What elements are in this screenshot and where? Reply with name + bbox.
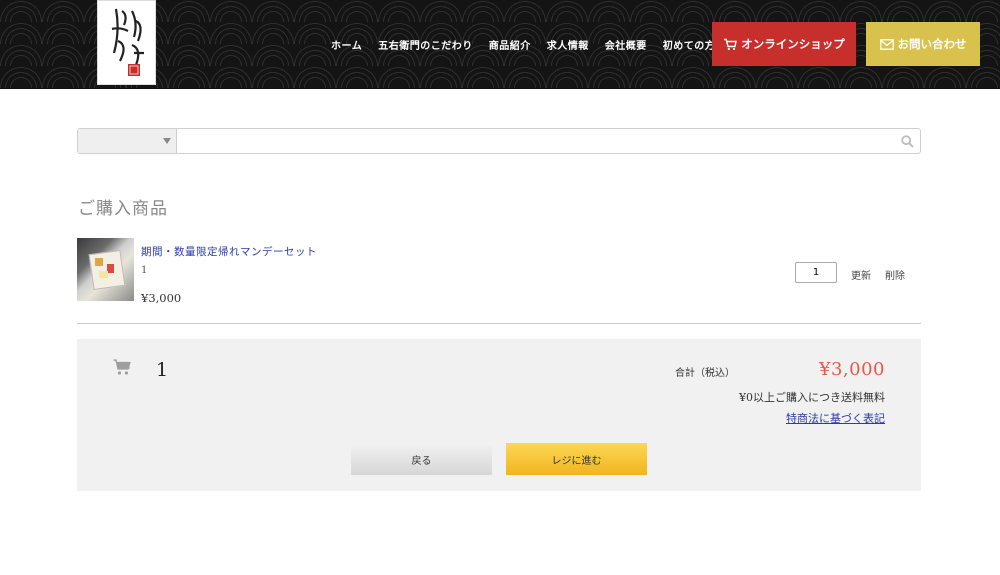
checkout-button[interactable]: レジに進む: [506, 443, 647, 475]
chevron-down-icon: [163, 138, 171, 144]
mail-icon: [879, 38, 894, 50]
quantity-input[interactable]: [795, 262, 837, 283]
site-header: ホーム 五右衛門のこだわり 商品紹介 求人情報 会社概要 初めての方へ オンライ…: [0, 0, 1000, 89]
section-title: ご購入商品: [78, 199, 168, 219]
product-price: ¥3,000: [141, 291, 182, 305]
contact-label: お問い合わせ: [897, 37, 967, 51]
nav-item-products[interactable]: 商品紹介: [489, 37, 531, 52]
divider: [77, 323, 921, 324]
search-icon[interactable]: [901, 135, 914, 148]
update-link[interactable]: 更新: [851, 267, 871, 282]
site-logo[interactable]: [97, 0, 156, 85]
online-shop-button[interactable]: オンラインショップ: [712, 22, 856, 66]
nav-item-company[interactable]: 会社概要: [605, 37, 647, 52]
nav-item-recruit[interactable]: 求人情報: [547, 37, 589, 52]
search-category-select[interactable]: [78, 129, 177, 153]
legal-notice-link[interactable]: 特商法に基づく表記: [786, 410, 885, 426]
logo-calligraphy-icon: [111, 8, 144, 76]
total-value: ¥3,000: [819, 359, 885, 380]
product-thumbnail[interactable]: [77, 238, 134, 301]
contact-button[interactable]: お問い合わせ: [866, 22, 980, 66]
delete-link[interactable]: 削除: [885, 267, 905, 282]
shipping-note: ¥0以上ご購入につき送料無料: [739, 391, 885, 404]
back-button[interactable]: 戻る: [351, 443, 492, 475]
main-nav: ホーム 五右衛門のこだわり 商品紹介 求人情報 会社概要 初めての方へ: [331, 37, 742, 52]
cart-icon: [113, 359, 131, 375]
online-shop-label: オンラインショップ: [741, 37, 845, 51]
product-quantity-text: 1: [141, 265, 148, 276]
product-name-link[interactable]: 期間・数量限定帰れマンデーセット: [141, 244, 317, 259]
search-bar: [77, 128, 921, 154]
total-label: 合計（税込）: [675, 368, 735, 379]
nav-item-commitment[interactable]: 五右衛門のこだわり: [378, 37, 473, 52]
nav-item-home[interactable]: ホーム: [331, 37, 362, 52]
cart-summary: 1 合計（税込） ¥3,000 ¥0以上ご購入につき送料無料 特商法に基づく表記…: [77, 339, 921, 491]
cart-icon: [724, 38, 738, 50]
search-input[interactable]: [177, 129, 920, 153]
cart-item-count: 1: [156, 359, 169, 381]
